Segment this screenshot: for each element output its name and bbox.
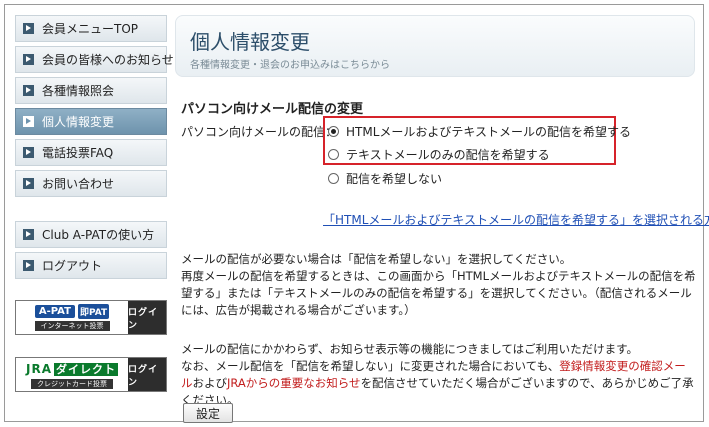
sidebar-item-how-to-use[interactable]: Club A-PATの使い方 bbox=[15, 221, 167, 248]
page-header: 個人情報変更 各種情報変更・退会のお申込みはこちらから bbox=[175, 15, 695, 77]
arrow-icon bbox=[23, 229, 34, 240]
jra-logo-text: JRA bbox=[26, 361, 52, 376]
notes-text: および bbox=[192, 376, 228, 390]
jra-direct-login-banner[interactable]: JRA ダイレクト クレジットカード投票 ログイン bbox=[15, 357, 167, 392]
jra-banner-subtitle: クレジットカード投票 bbox=[31, 378, 113, 389]
html-mail-info-link[interactable]: 「HTMLメールおよびテキストメールの配信を希望する」を選択される方へ bbox=[323, 211, 709, 228]
sidebar-item-contact[interactable]: お問い合わせ bbox=[15, 170, 167, 197]
notes-text: メールの配信にかかわらず、お知らせ表示等の機能につきましてはご利用いただけます。 bbox=[181, 342, 639, 356]
option-label: HTMLメールおよびテキストメールの配信を希望する bbox=[346, 125, 632, 139]
sidebar-item-faq[interactable]: 電話投票FAQ bbox=[15, 139, 167, 166]
apat-logo-text: A-PAT bbox=[34, 305, 75, 318]
jra-direct-logo: JRA ダイレクト クレジットカード投票 bbox=[16, 358, 128, 391]
option-text-only[interactable]: テキストメールのみの配信を希望する bbox=[328, 146, 550, 163]
apat-logo: A-PAT 即PAT インターネット投票 bbox=[16, 301, 128, 334]
sidebar-item-personal-info[interactable]: 個人情報変更 bbox=[15, 108, 167, 135]
sidebar-item-label: 会員の皆様へのお知らせ bbox=[42, 53, 174, 67]
option-no-delivery[interactable]: 配信を希望しない bbox=[328, 170, 442, 187]
radio-button[interactable] bbox=[328, 173, 339, 184]
arrow-icon bbox=[23, 116, 34, 127]
sidebar-item-label: Club A-PATの使い方 bbox=[42, 228, 155, 242]
option-html-and-text[interactable]: HTMLメールおよびテキストメールの配信を希望する bbox=[328, 123, 631, 140]
notes-text: メールの配信が必要ない場合は「配信を希望しない」を選択してください。 bbox=[181, 252, 572, 266]
page-subtitle: 各種情報変更・退会のお申込みはこちらから bbox=[190, 60, 390, 71]
notes-text: なお、メール配信を「配信を希望しない」に変更された場合においても、 bbox=[181, 359, 560, 373]
mail-delivery-label: パソコン向けメールの配信： bbox=[181, 125, 338, 139]
arrow-icon bbox=[23, 178, 34, 189]
radio-button[interactable] bbox=[328, 149, 339, 160]
section-title: パソコン向けメール配信の変更 bbox=[181, 102, 364, 117]
direct-logo-text: ダイレクト bbox=[54, 362, 118, 376]
jra-login-label: ログイン bbox=[128, 358, 166, 391]
sidebar-item-label: ログアウト bbox=[42, 259, 103, 273]
submit-button[interactable]: 設定 bbox=[183, 403, 233, 423]
sidebar-item-label: 各種情報照会 bbox=[42, 84, 115, 98]
page-title: 個人情報変更 bbox=[190, 30, 310, 54]
arrow-icon bbox=[23, 147, 34, 158]
sidebar-item-label: 電話投票FAQ bbox=[42, 146, 114, 160]
arrow-icon bbox=[23, 85, 34, 96]
option-label: 配信を希望しない bbox=[346, 172, 443, 186]
arrow-icon bbox=[23, 260, 34, 271]
arrow-icon bbox=[23, 23, 34, 34]
sidebar-item-label: 会員メニューTOP bbox=[42, 22, 139, 36]
notes-paragraph-2: メールの配信にかかわらず、お知らせ表示等の機能につきましてはご利用いただけます。… bbox=[181, 341, 696, 409]
sidebar-item-inquiry-info[interactable]: 各種情報照会 bbox=[15, 77, 167, 104]
radio-button-checked[interactable] bbox=[328, 126, 339, 137]
apat-banner-subtitle: インターネット投票 bbox=[34, 321, 110, 331]
page-frame: 会員メニューTOP 会員の皆様へのお知らせ 各種情報照会 個人情報変更 電話投票… bbox=[4, 4, 709, 423]
arrow-icon bbox=[23, 54, 34, 65]
sidebar-item-member-top[interactable]: 会員メニューTOP bbox=[15, 15, 167, 42]
apat-login-label: ログイン bbox=[128, 301, 166, 334]
sidebar-item-logout[interactable]: ログアウト bbox=[15, 252, 167, 279]
notes-red-text: JRAからの重要なお知らせ bbox=[227, 376, 361, 390]
notes-text: 再度メールの配信を希望するときは、この画面から「HTMLメールおよびテキストメー… bbox=[181, 269, 696, 317]
sidebar-item-label: 個人情報変更 bbox=[42, 115, 115, 129]
option-label: テキストメールのみの配信を希望する bbox=[346, 148, 550, 162]
sidebar-item-notices[interactable]: 会員の皆様へのお知らせ bbox=[15, 46, 174, 73]
sokupat-logo-text: 即PAT bbox=[77, 304, 110, 319]
sidebar-item-label: お問い合わせ bbox=[42, 177, 115, 191]
notes-paragraph-1: メールの配信が必要ない場合は「配信を希望しない」を選択してください。 再度メール… bbox=[181, 251, 696, 319]
apat-login-banner[interactable]: A-PAT 即PAT インターネット投票 ログイン bbox=[15, 300, 167, 335]
